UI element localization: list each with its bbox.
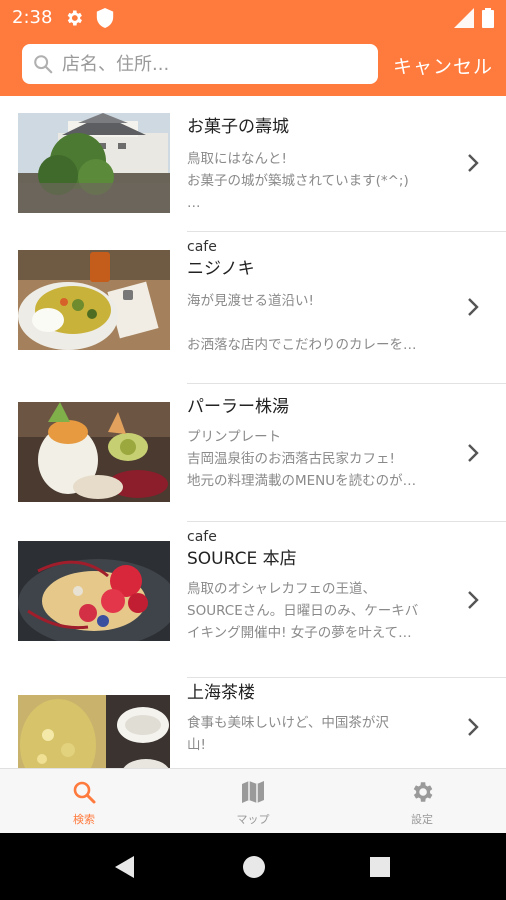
status-bar: 2:38 — [0, 0, 506, 36]
shop-description: プリンプレート 吉岡温泉街のお洒落古民家カフェ! 地元の料理満載のMENUを読む… — [187, 429, 417, 489]
shop-thumbnail — [18, 402, 170, 502]
shop-text: cafe SOURCE 本店 鳥取のオシャレカフェの王道、 SOURCEさん。日… — [187, 528, 447, 644]
tab-settings[interactable]: 設定 — [372, 769, 472, 834]
battery-icon — [482, 8, 494, 28]
search-icon — [73, 781, 96, 804]
status-time: 2:38 — [12, 7, 53, 28]
back-icon[interactable] — [114, 855, 136, 879]
list-item[interactable]: 上海茶楼 食事も美味しいけど、中国茶が沢 山! — [0, 678, 506, 768]
shop-description: 食事も美味しいけど、中国茶が沢 山! — [187, 715, 389, 753]
map-icon — [242, 781, 264, 803]
shop-description: 海が見渡せる道沿い! お洒落な店内でこだわりのカレーを… — [187, 293, 417, 353]
app-header: 2:38 キャンセル — [0, 0, 506, 96]
signal-icon — [454, 8, 474, 28]
search-row: キャンセル — [0, 44, 506, 86]
chevron-right-icon — [468, 298, 479, 316]
list-item[interactable]: cafe SOURCE 本店 鳥取のオシャレカフェの王道、 SOURCEさん。日… — [0, 522, 506, 678]
chevron-right-icon — [468, 591, 479, 609]
chevron-right-icon — [468, 154, 479, 172]
list-item[interactable]: お菓子の壽城 鳥取にはなんと! お菓子の城が築城されています(*^;) … — [0, 96, 506, 232]
chevron-right-icon — [468, 718, 479, 736]
shop-thumbnail — [18, 695, 170, 768]
shop-title: 上海茶楼 — [187, 683, 255, 703]
shop-list: お菓子の壽城 鳥取にはなんと! お菓子の城が築城されています(*^;) … ca… — [0, 96, 506, 768]
shop-text: 上海茶楼 食事も美味しいけど、中国茶が沢 山! — [187, 680, 447, 756]
shop-description: 鳥取のオシャレカフェの王道、 SOURCEさん。日曜日のみ、ケーキバ イキング開… — [187, 581, 419, 641]
shop-thumbnail — [18, 250, 170, 350]
search-input[interactable] — [62, 50, 362, 78]
list-item[interactable]: cafe ニジノキ 海が見渡せる道沿い! お洒落な店内でこだわりのカレーを… — [0, 232, 506, 384]
shield-icon — [96, 8, 114, 28]
search-icon — [34, 55, 53, 74]
shop-text: cafe ニジノキ 海が見渡せる道沿い! お洒落な店内でこだわりのカレーを… — [187, 238, 447, 356]
shop-thumbnail — [18, 541, 170, 641]
list-item[interactable]: パーラー株湯 プリンプレート 吉岡温泉街のお洒落古民家カフェ! 地元の料理満載の… — [0, 384, 506, 522]
tab-search[interactable]: 検索 — [34, 769, 134, 834]
shop-title: パーラー株湯 — [187, 397, 289, 417]
shop-title: お菓子の壽城 — [187, 117, 289, 137]
shop-title: SOURCE 本店 — [187, 549, 297, 569]
shop-text: お菓子の壽城 鳥取にはなんと! お菓子の城が築城されています(*^;) … — [187, 114, 447, 214]
tab-label: 検索 — [73, 813, 95, 826]
shop-title: ニジノキ — [187, 259, 255, 279]
home-icon[interactable] — [242, 855, 266, 879]
shop-text: パーラー株湯 プリンプレート 吉岡温泉街のお洒落古民家カフェ! 地元の料理満載の… — [187, 394, 447, 492]
gear-icon — [413, 782, 433, 802]
search-box[interactable] — [22, 44, 378, 84]
gear-icon — [67, 10, 82, 26]
tab-map[interactable]: マップ — [203, 769, 303, 834]
shop-category: cafe — [187, 529, 217, 545]
shop-description: 鳥取にはなんと! お菓子の城が築城されています(*^;) … — [187, 151, 409, 211]
chevron-right-icon — [468, 444, 479, 462]
tab-label: マップ — [236, 813, 270, 826]
shop-thumbnail — [18, 113, 170, 213]
bottom-navigation: 検索 マップ 設定 — [0, 768, 506, 833]
recents-icon[interactable] — [369, 856, 391, 878]
shop-category: cafe — [187, 239, 217, 255]
tab-label: 設定 — [411, 813, 433, 826]
system-navigation-bar — [0, 833, 506, 900]
cancel-button[interactable]: キャンセル — [393, 52, 493, 79]
